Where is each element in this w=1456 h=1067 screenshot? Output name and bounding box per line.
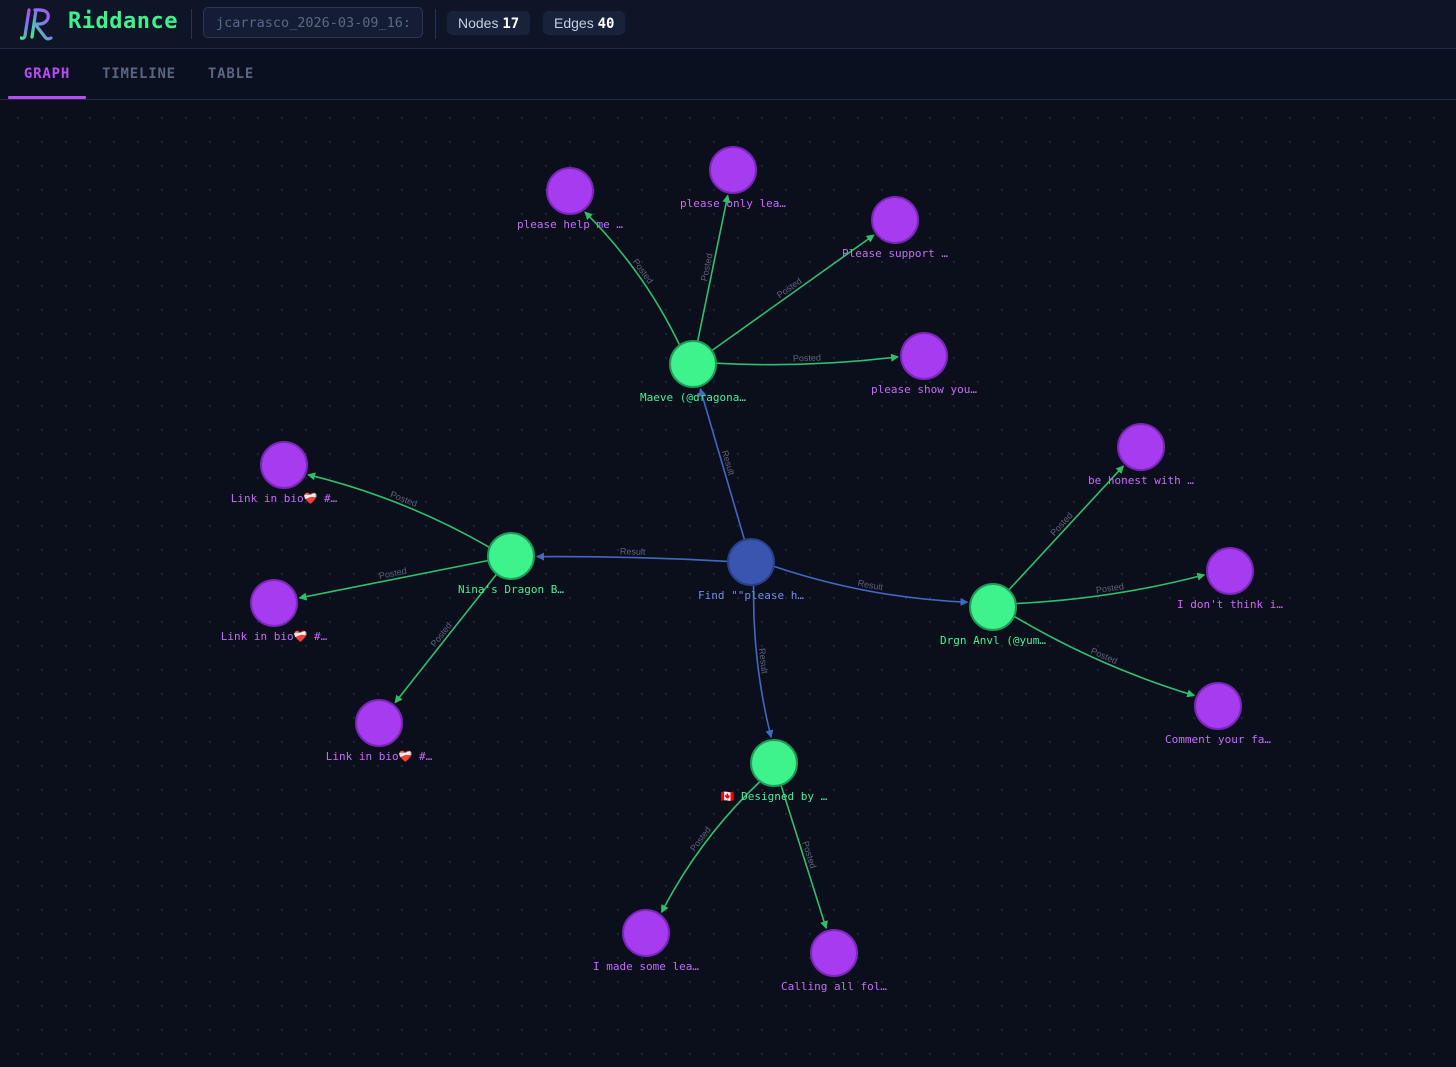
- node-circle[interactable]: [900, 332, 948, 380]
- node-label: 🇨🇦 Designed by …: [721, 790, 828, 803]
- active-tab-indicator: [8, 96, 86, 99]
- node-label: Please support …: [842, 247, 948, 260]
- graph-node-post[interactable]: I don't think i…: [1177, 547, 1283, 611]
- graph-node-post[interactable]: Link in bio❤️‍🩹 #…: [221, 579, 328, 643]
- top-bar: Riddance Nodes 17 Edges 40: [0, 0, 1456, 49]
- node-circle[interactable]: [1206, 547, 1254, 595]
- node-label: I made some lea…: [593, 960, 699, 973]
- graph-node-post[interactable]: please help me …: [517, 167, 623, 231]
- riddance-logo-icon: [20, 8, 53, 41]
- edges-stat-label: Edges: [554, 15, 594, 31]
- node-label: Maeve (@dragona…: [640, 391, 746, 404]
- graph-node-post[interactable]: please show you…: [871, 332, 977, 396]
- node-circle[interactable]: [487, 532, 535, 580]
- graph-node-account[interactable]: Maeve (@dragona…: [640, 340, 746, 404]
- graph-svg: ResultResultResultResultPosted PostedPost…: [221, 146, 1283, 993]
- node-circle[interactable]: [622, 909, 670, 957]
- node-label: be honest with …: [1088, 474, 1194, 487]
- graph-node-post[interactable]: Link in bio❤️‍🩹 #…: [326, 699, 433, 763]
- tab-graph[interactable]: GRAPH: [8, 49, 86, 99]
- edges-stat-value: 40: [597, 16, 615, 32]
- node-circle[interactable]: [750, 739, 798, 787]
- graph-canvas[interactable]: Result Result Result Result Posted Posted Post…: [0, 100, 1456, 1067]
- edge-label: Posted: [793, 353, 821, 364]
- node-label: I don't think i…: [1177, 598, 1283, 611]
- node-circle[interactable]: [546, 167, 594, 215]
- node-circle[interactable]: [709, 146, 757, 194]
- node-circle[interactable]: [871, 196, 919, 244]
- graph-node-account[interactable]: 🇨🇦 Designed by …: [721, 739, 828, 803]
- node-circle[interactable]: [260, 441, 308, 489]
- divider: [435, 9, 436, 39]
- graph-edge-a1-p1[interactable]: [584, 211, 681, 346]
- graph-edge-a2-p5[interactable]: [307, 472, 491, 549]
- node-label: Calling all fol…: [781, 980, 887, 993]
- nodes-stat-value: 17: [502, 16, 520, 32]
- node-circle[interactable]: [969, 583, 1017, 631]
- graph-node-post[interactable]: be honest with …: [1088, 423, 1194, 487]
- node-circle[interactable]: [1194, 682, 1242, 730]
- node-circle[interactable]: [727, 538, 775, 586]
- view-tabs: GRAPH TIMELINE TABLE: [0, 49, 1456, 100]
- node-label: Link in bio❤️‍🩹 #…: [326, 750, 433, 763]
- tab-table[interactable]: TABLE: [200, 49, 262, 99]
- graph-node-post[interactable]: Comment your fa…: [1165, 682, 1271, 746]
- edges-stat-badge: Edges 40: [543, 11, 626, 35]
- divider: [191, 9, 192, 39]
- node-label: please show you…: [871, 383, 977, 396]
- node-label: Link in bio❤️‍🩹 #…: [221, 630, 328, 643]
- node-circle[interactable]: [250, 579, 298, 627]
- graph-node-post[interactable]: please only lea…: [680, 146, 786, 210]
- node-label: Drgn Anvl (@yum…: [940, 634, 1046, 647]
- node-label: Comment your fa…: [1165, 733, 1271, 746]
- node-label: please help me …: [517, 218, 623, 231]
- node-circle[interactable]: [810, 929, 858, 977]
- node-circle[interactable]: [1117, 423, 1165, 471]
- graph-edge-a4-p12[interactable]: [780, 784, 828, 930]
- graph-node-post[interactable]: Calling all fol…: [781, 929, 887, 993]
- node-label: Find ""please h…: [698, 589, 804, 602]
- graph-edge-q-a2[interactable]: [535, 552, 729, 563]
- nodes-stat-label: Nodes: [458, 15, 499, 31]
- session-input[interactable]: [203, 7, 423, 38]
- edge-label: Result: [857, 578, 884, 593]
- graph-edge-q-a1[interactable]: [698, 387, 746, 541]
- graph-node-account[interactable]: Nina's Dragon B…: [458, 532, 564, 596]
- tab-timeline[interactable]: TIMELINE: [96, 49, 182, 99]
- graph-node-post[interactable]: I made some lea…: [593, 909, 699, 973]
- graph-node-post[interactable]: Please support …: [842, 196, 948, 260]
- node-circle[interactable]: [355, 699, 403, 747]
- node-label: Link in bio❤️‍🩹 #…: [231, 492, 338, 505]
- node-circle[interactable]: [669, 340, 717, 388]
- graph-node-account[interactable]: Drgn Anvl (@yum…: [940, 583, 1046, 647]
- node-label: Nina's Dragon B…: [458, 583, 564, 596]
- graph-node-post[interactable]: Link in bio❤️‍🩹 #…: [231, 441, 338, 505]
- nodes-stat-badge: Nodes 17: [447, 11, 531, 35]
- edge-label: Result: [620, 546, 646, 557]
- node-label: please only lea…: [680, 197, 786, 210]
- app-name: Riddance: [68, 9, 178, 34]
